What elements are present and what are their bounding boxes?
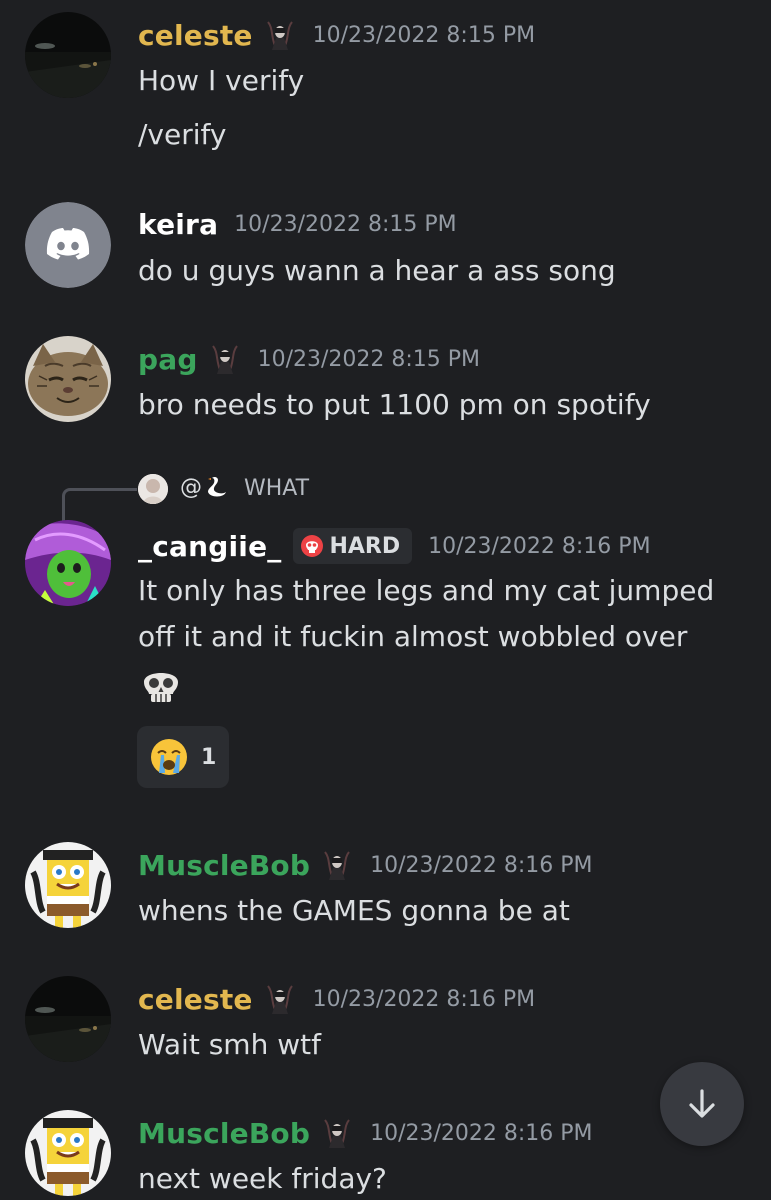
message-text: It only has three legs and my cat jumped xyxy=(138,574,715,607)
avatar-night-road[interactable] xyxy=(25,976,111,1062)
message-header: MuscleBob 10/23/2022 8:16 PM xyxy=(138,1116,593,1150)
dark-figure-role-icon[interactable] xyxy=(263,982,297,1016)
username[interactable]: celeste xyxy=(138,19,253,52)
reaction-count: 1 xyxy=(201,744,217,770)
badge-label: HARD xyxy=(329,533,401,559)
dark-figure-role-icon[interactable] xyxy=(320,1116,354,1150)
message-text: How I verify xyxy=(138,64,305,97)
timestamp: 10/23/2022 8:15 PM xyxy=(312,22,536,48)
reply-text: WHAT xyxy=(244,476,310,501)
spongebob-avatar xyxy=(25,842,111,928)
username[interactable]: celeste xyxy=(138,983,253,1016)
avatar-discord-default[interactable] xyxy=(25,202,111,288)
dark-figure-role-icon[interactable] xyxy=(208,342,242,376)
discord-default-avatar xyxy=(25,202,111,288)
username[interactable]: keira xyxy=(138,208,218,241)
scroll-to-bottom-button[interactable] xyxy=(660,1062,744,1146)
message-header: _cangiie_ HARD 10/23/2022 8:16 PM xyxy=(138,528,651,564)
avatar-night-road[interactable] xyxy=(25,12,111,98)
night-road-avatar xyxy=(25,976,111,1062)
mention-at: @ xyxy=(180,474,202,500)
reply-avatar[interactable] xyxy=(138,474,168,504)
timestamp: 10/23/2022 8:16 PM xyxy=(312,986,536,1012)
username[interactable]: MuscleBob xyxy=(138,1117,310,1150)
avatar-spongebob[interactable] xyxy=(25,1110,111,1196)
username[interactable]: _cangiie_ xyxy=(138,530,281,563)
timestamp: 10/23/2022 8:16 PM xyxy=(370,852,593,878)
timestamp: 10/23/2022 8:15 PM xyxy=(234,212,457,237)
anime-green-avatar xyxy=(25,520,111,606)
chat-log: celeste 10/23/2022 8:15 PM How I verify … xyxy=(0,0,771,1200)
reply-mention[interactable]: @ xyxy=(180,474,230,500)
reply-preview[interactable]: @ WHAT xyxy=(62,474,402,534)
dark-figure-role-icon[interactable] xyxy=(263,18,297,52)
message-header: celeste 10/23/2022 8:16 PM xyxy=(138,982,535,1016)
timestamp: 10/23/2022 8:15 PM xyxy=(257,346,481,372)
skull-emoji xyxy=(140,664,182,706)
replied-user-avatar xyxy=(138,474,168,504)
avatar-anime[interactable] xyxy=(25,520,111,606)
message-header: pag 10/23/2022 8:15 PM xyxy=(138,342,480,376)
timestamp: 10/23/2022 8:16 PM xyxy=(428,533,651,559)
avatar-cat[interactable] xyxy=(25,336,111,422)
message-text: /verify xyxy=(138,118,227,151)
message-text: Wait smh wtf xyxy=(138,1028,321,1061)
reaction-crying[interactable]: 1 xyxy=(137,726,229,788)
message-text: bro needs to put 1100 pm on spotify xyxy=(138,388,651,421)
username[interactable]: pag xyxy=(138,343,198,376)
skull-icon xyxy=(301,535,323,557)
message-header: celeste 10/23/2022 8:15 PM xyxy=(138,18,535,52)
message-text: off it and it fuckin almost wobbled over xyxy=(138,620,688,653)
message-header: MuscleBob 10/23/2022 8:16 PM xyxy=(138,848,593,882)
avatar-spongebob[interactable] xyxy=(25,842,111,928)
message-header: keira 10/23/2022 8:15 PM xyxy=(138,208,457,241)
message-text: next week friday? xyxy=(138,1162,387,1195)
spongebob-avatar xyxy=(25,1110,111,1196)
arrow-down-icon xyxy=(689,1089,715,1118)
swan-emoji xyxy=(204,474,230,500)
message-text: do u guys wann a hear a ass song xyxy=(138,254,616,287)
timestamp: 10/23/2022 8:16 PM xyxy=(370,1120,593,1146)
cat-avatar xyxy=(25,336,111,422)
role-badge[interactable]: HARD xyxy=(293,528,413,564)
night-road-avatar xyxy=(25,12,111,98)
crying-face-emoji xyxy=(149,737,189,777)
username[interactable]: MuscleBob xyxy=(138,849,310,882)
dark-figure-role-icon[interactable] xyxy=(320,848,354,882)
message-text: whens the GAMES gonna be at xyxy=(138,894,570,927)
